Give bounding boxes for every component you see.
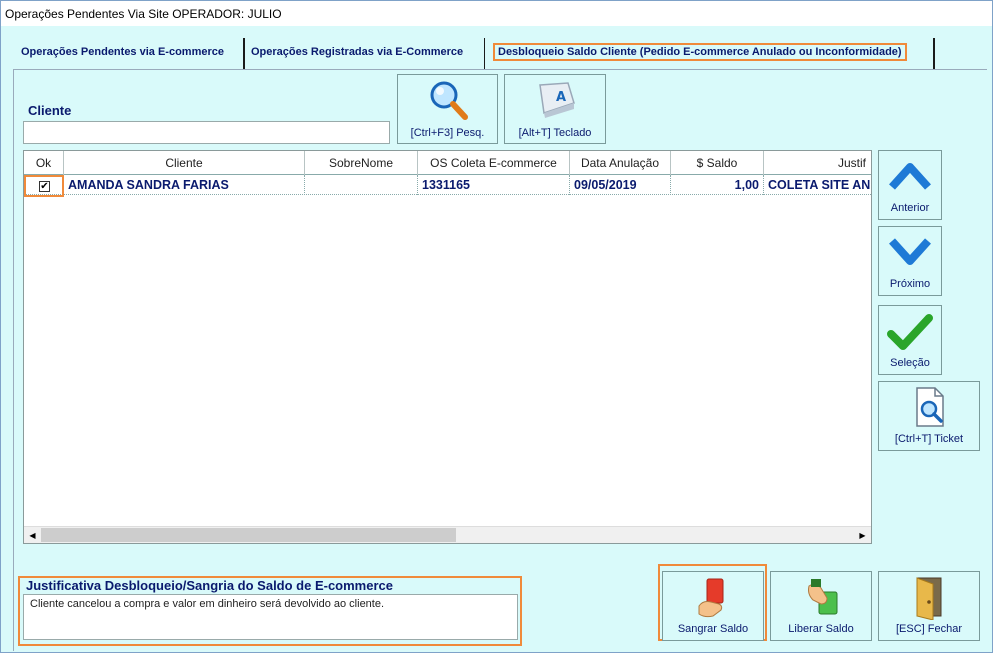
previous-button-label: Anterior [890,202,930,214]
column-header-os[interactable]: OS Coleta E-commerce [418,151,570,175]
tab-label: Operações Registradas via E-Commerce [251,46,464,58]
tab-unlock-balance[interactable]: Desbloqueio Saldo Cliente (Pedido E-comm… [487,38,935,69]
scroll-left-icon[interactable]: ◀ [24,527,41,543]
keyboard-button-label: [Alt+T] Teclado [518,127,592,139]
next-button-label: Próximo [889,278,931,290]
tab-label: Operações Pendentes via E-commerce [21,46,224,58]
previous-button[interactable]: Anterior [878,150,942,220]
chevron-down-icon [889,238,931,265]
document-search-icon [916,387,944,427]
ok-cell-highlight: ✔ [24,175,64,197]
cell-os: 1331165 [418,175,570,195]
tab-pending-operations[interactable]: Operações Pendentes via E-commerce [15,38,245,69]
hand-money-icon [808,579,838,615]
scrollbar-thumb[interactable] [41,528,456,542]
justification-label: Justificativa Desbloqueio/Sangria do Sal… [26,578,393,593]
keyboard-button[interactable]: A [Alt+T] Teclado [504,74,606,144]
scroll-right-icon[interactable]: ▶ [854,527,871,543]
cell-data: 09/05/2019 [570,175,671,195]
window-title: Operações Pendentes Via Site OPERADOR: J… [1,1,992,26]
selection-button[interactable]: Seleção [878,305,942,375]
cell-sobrenome [305,175,418,195]
tab-registered-operations[interactable]: Operações Registradas via E-Commerce [245,38,485,69]
horizontal-scrollbar[interactable]: ◀ ▶ [24,526,871,543]
row-checkbox[interactable]: ✔ [39,181,50,192]
close-button[interactable]: [ESC] Fechar [878,571,980,641]
column-header-justif[interactable]: Justif [764,151,871,175]
key-letter: A [556,90,566,105]
column-header-ok[interactable]: Ok [24,151,64,175]
cell-saldo: 1,00 [671,175,764,195]
release-balance-button[interactable]: Liberar Saldo [770,571,872,641]
ticket-button[interactable]: [Ctrl+T] Ticket [878,381,980,451]
grid-header: Ok Cliente SobreNome OS Coleta E-commerc… [24,151,871,175]
search-button-label: [Ctrl+F3] Pesq. [410,127,485,139]
hand-card-icon [698,578,724,618]
cell-cliente: AMANDA SANDRA FARIAS [64,175,305,195]
table-row[interactable]: AMANDA SANDRA FARIAS 1331165 09/05/2019 … [24,175,871,195]
bleed-balance-label: Sangrar Saldo [677,623,749,635]
cell-justif: COLETA SITE AN [768,178,871,192]
next-button[interactable]: Próximo [878,226,942,296]
tab-strip: Operações Pendentes via E-commerce Opera… [1,26,992,69]
justification-textarea[interactable]: Cliente cancelou a compra e valor em din… [23,594,518,640]
column-header-data[interactable]: Data Anulação [570,151,671,175]
search-button[interactable]: [Ctrl+F3] Pesq. [397,74,498,144]
column-header-sobrenome[interactable]: SobreNome [305,151,418,175]
column-header-cliente[interactable]: Cliente [64,151,305,175]
checkmark-icon [887,314,933,350]
cliente-input[interactable] [23,121,390,144]
exit-door-icon [916,577,942,620]
tab-label: Desbloqueio Saldo Cliente (Pedido E-comm… [493,43,907,61]
keyboard-key-icon: A [539,82,575,118]
chevron-up-icon [889,163,931,190]
release-balance-label: Liberar Saldo [788,623,854,635]
cliente-label: Cliente [28,103,72,118]
column-header-saldo[interactable]: $ Saldo [671,151,764,175]
data-grid: Ok Cliente SobreNome OS Coleta E-commerc… [23,150,872,544]
close-button-label: [ESC] Fechar [895,623,963,635]
magnifier-icon [430,81,468,120]
ticket-button-label: [Ctrl+T] Ticket [894,433,964,445]
bleed-balance-button[interactable]: Sangrar Saldo [662,571,764,641]
selection-button-label: Seleção [890,357,930,369]
